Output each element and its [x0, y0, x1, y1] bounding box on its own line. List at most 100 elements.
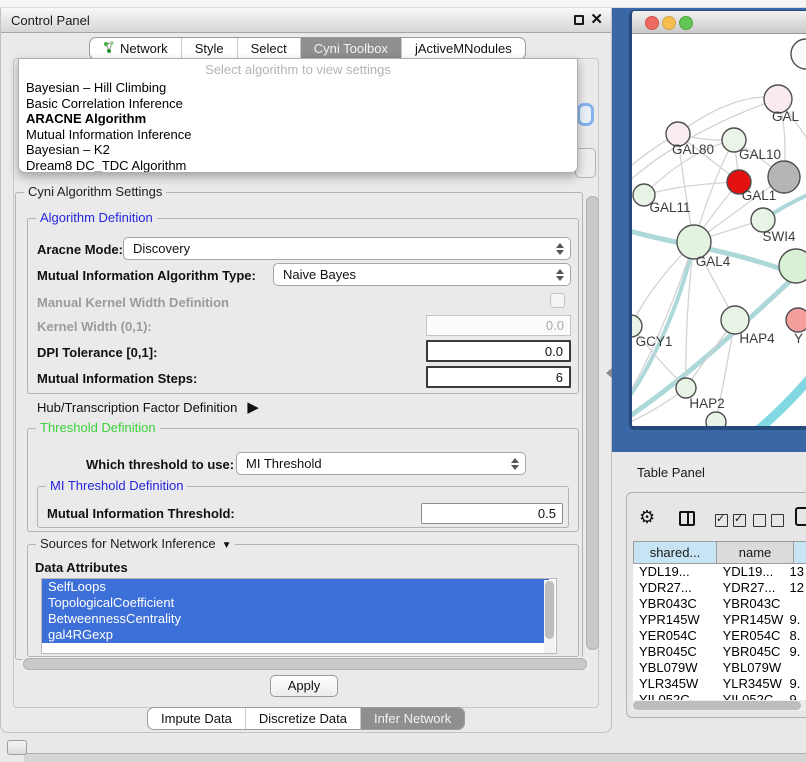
table-cell — [787, 596, 806, 612]
network-node[interactable] — [779, 249, 806, 283]
data-attribute-item[interactable]: TopologicalCoefficient — [42, 595, 549, 611]
zoom-traffic-icon[interactable] — [679, 16, 693, 30]
stepper-arrows-icon — [555, 268, 563, 282]
mi-algorithm-type-select[interactable]: Naive Bayes — [273, 263, 571, 286]
network-node-hap2[interactable] — [676, 378, 696, 398]
table-row[interactable]: YDL19...YDL19...13 — [633, 564, 806, 580]
table-row[interactable]: YDR27...YDR27...12 — [633, 580, 806, 596]
aracne-mode-select[interactable]: Discovery — [123, 237, 571, 260]
table-cell: YDL19... — [713, 564, 788, 580]
table-row[interactable]: YBL079WYBL079W — [633, 660, 806, 676]
network-window-titlebar[interactable] — [632, 11, 806, 34]
tab-infer-network[interactable]: Infer Network — [361, 708, 464, 729]
mi-steps-field[interactable]: 6 — [426, 366, 571, 388]
which-threshold-select[interactable]: MI Threshold — [236, 452, 526, 475]
table-cell: YBL079W — [713, 660, 788, 676]
settings-vscroll-thumb[interactable] — [586, 196, 599, 650]
node-label: Y — [794, 331, 803, 346]
table-cell: 9. — [787, 644, 806, 660]
gear-icon[interactable]: ⚙ — [639, 508, 655, 526]
network-node-y[interactable] — [786, 308, 806, 332]
node-label: GCY1 — [636, 334, 673, 349]
table-column-header[interactable]: shared... — [633, 541, 717, 564]
table-horizontal-scrollbar — [631, 700, 805, 711]
data-attribute-item[interactable]: gal4RGexp — [42, 627, 549, 643]
which-threshold-value: MI Threshold — [246, 453, 322, 474]
manual-kernel-checkbox[interactable] — [550, 293, 565, 308]
splitter-collapse-icon[interactable] — [606, 368, 612, 378]
aracne-mode-value: Discovery — [133, 238, 190, 259]
tab-cyni-toolbox[interactable]: Cyni Toolbox — [301, 38, 402, 59]
table-row[interactable]: YPR145WYPR145W9. — [633, 612, 806, 628]
dpi-tolerance-field[interactable]: 0.0 — [426, 340, 571, 362]
tab-label: Style — [195, 41, 224, 56]
tab-discretize-data[interactable]: Discretize Data — [246, 708, 361, 729]
mi-threshold-field[interactable]: 0.5 — [421, 503, 563, 524]
focused-combo-fragment — [577, 103, 594, 126]
network-canvas[interactable]: GALGAL80GAL10GAL1GAL11SWI4GAL4GCY1HAP4YH… — [632, 34, 806, 427]
network-node[interactable] — [706, 412, 726, 427]
tab-jactivemnodules[interactable]: jActiveMNodules — [402, 38, 525, 59]
column-layout-icon[interactable] — [679, 511, 695, 526]
algorithm-option[interactable]: Bayesian – K2 — [19, 142, 577, 158]
tab-style[interactable]: Style — [182, 38, 238, 59]
mi-type-value: Naive Bayes — [283, 264, 356, 285]
network-graph: GALGAL80GAL10GAL1GAL11SWI4GAL4GCY1HAP4YH… — [632, 34, 806, 427]
table-header: shared...name — [633, 541, 806, 564]
node-label: GAL80 — [672, 142, 714, 157]
clipped-toolbar-icon[interactable] — [795, 507, 806, 526]
table-cell: YER054C — [713, 628, 788, 644]
table-hscroll-thumb[interactable] — [633, 701, 801, 710]
tab-impute-data[interactable]: Impute Data — [148, 708, 246, 729]
network-node[interactable] — [791, 39, 806, 69]
float-window-icon[interactable] — [574, 15, 584, 25]
tab-label: jActiveMNodules — [415, 41, 512, 56]
algorithm-option[interactable]: Mutual Information Inference — [19, 127, 577, 143]
data-attribute-item[interactable]: SelfLoops — [42, 579, 549, 595]
table-cell: YDR27... — [713, 580, 788, 596]
sources-title[interactable]: Sources for Network Inference▼ — [36, 536, 235, 551]
tab-network[interactable]: Network — [90, 38, 182, 59]
algorithm-option[interactable]: Bayesian – Hill Climbing — [19, 80, 577, 96]
deselect-all-checkboxes-icon[interactable] — [753, 514, 784, 527]
table-row[interactable]: YBR045CYBR045C9. — [633, 644, 806, 660]
settings-hscroll-thumb[interactable] — [23, 658, 587, 670]
table-row[interactable]: YER054CYER054C8. — [633, 628, 806, 644]
network-edge[interactable] — [678, 97, 778, 134]
apply-button[interactable]: Apply — [270, 675, 338, 697]
network-edge[interactable] — [644, 182, 739, 195]
table-cell: YDL19... — [633, 564, 713, 580]
settings-horizontal-scrollbar — [21, 657, 591, 669]
table-row[interactable]: YLR345WYLR345W9. — [633, 676, 806, 692]
list-scrollbar-thumb[interactable] — [545, 581, 554, 639]
table-cell: YDR27... — [633, 580, 713, 596]
kernel-width-field[interactable]: 0.0 — [426, 315, 571, 336]
table-row[interactable]: YBR043CYBR043C — [633, 596, 806, 612]
algorithm-option[interactable]: Dream8 DC_TDC Algorithm — [19, 158, 577, 173]
data-attribute-item[interactable]: BetweennessCentrality — [42, 611, 549, 627]
network-view-window: GALGAL80GAL10GAL1GAL11SWI4GAL4GCY1HAP4YH… — [629, 10, 806, 430]
minimize-traffic-icon[interactable] — [662, 16, 676, 30]
table-cell: 9 — [787, 692, 806, 700]
table-cell: YLR345W — [633, 676, 713, 692]
table-cell: YIL052C — [713, 692, 788, 700]
algorithm-dropdown-popup: Select algorithm to view settings Bayesi… — [18, 58, 578, 173]
table-rows: YDL19...YDL19...13YDR27...YDR27...12YBR0… — [633, 564, 806, 700]
algorithm-option[interactable]: ARACNE Algorithm — [19, 111, 577, 127]
algorithm-option[interactable]: Basic Correlation Inference — [19, 96, 577, 112]
table-column-header[interactable]: name — [717, 541, 794, 564]
network-edge[interactable] — [758, 366, 806, 427]
select-all-checkboxes-icon[interactable] — [715, 514, 746, 527]
close-traffic-icon[interactable] — [645, 16, 659, 30]
table-column-header[interactable] — [794, 541, 806, 564]
table-cell: 8. — [787, 628, 806, 644]
mini-panel-icon[interactable] — [7, 740, 27, 755]
network-node-hap4[interactable] — [721, 306, 749, 334]
table-row[interactable]: YIL052CYIL052C9 — [633, 692, 806, 700]
table-cell: YBR043C — [713, 596, 788, 612]
threshold-definition-title: Threshold Definition — [36, 420, 160, 435]
tab-select[interactable]: Select — [238, 38, 301, 59]
settings-vertical-scrollbar — [585, 194, 598, 654]
node-label: HAP2 — [689, 396, 724, 411]
close-icon[interactable]: ✕ — [590, 10, 603, 28]
